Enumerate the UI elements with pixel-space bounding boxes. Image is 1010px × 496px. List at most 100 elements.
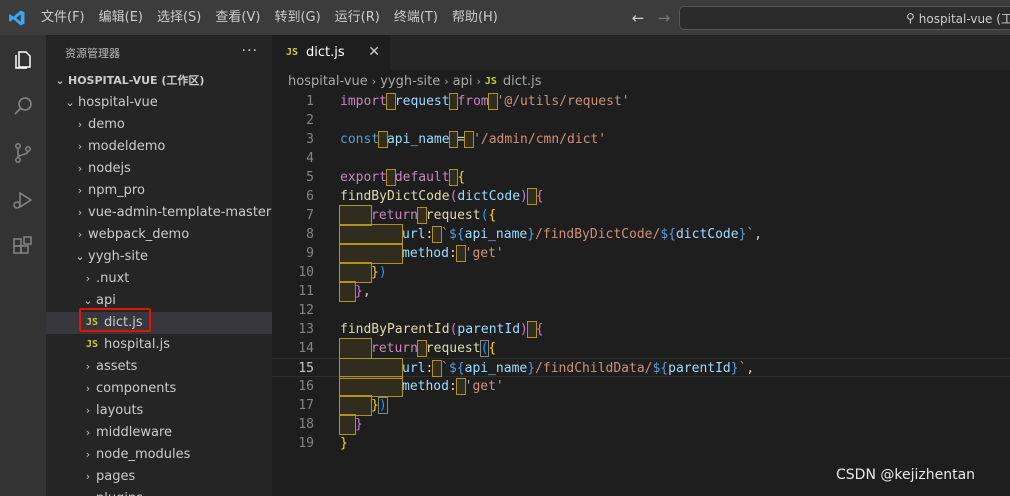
code-editor[interactable]: 1 import request from '@/utils/request' 2… [272, 92, 1010, 453]
explorer-icon[interactable] [0, 35, 46, 82]
explorer-sidebar: 资源管理器 ··· ⌄ HOSPITAL-VUE (工作区) ⌄ hospital-v… [46, 35, 272, 496]
code-line: 1 import request from '@/utils/request' [272, 92, 1010, 111]
code-line: 19} [272, 434, 1010, 453]
code-line: 5 export default { [272, 168, 1010, 187]
tree-folder-item[interactable]: › node_modules [46, 444, 272, 466]
menu-item[interactable]: 编辑(E) [92, 0, 150, 35]
js-file-icon: JS [286, 47, 299, 58]
breadcrumb-item[interactable]: yygh-site [380, 74, 440, 89]
code-token: '@/utils/request' [496, 94, 630, 109]
code-token: method [402, 379, 449, 394]
line-number: 8 [306, 227, 314, 242]
code-line: 18} [272, 414, 1010, 435]
tree-folder-item[interactable]: › npm_pro [46, 180, 272, 202]
menu-item[interactable]: 查看(V) [208, 0, 267, 35]
line-number: 7 [306, 208, 314, 223]
tree-item-label: plugins [96, 488, 143, 496]
chevron-right-icon: › [77, 162, 83, 175]
tree-item-label: vue-admin-template-master [88, 205, 272, 220]
code-token: api_name [464, 227, 528, 242]
code-line: 11}, [272, 281, 1010, 302]
tree-folder-item[interactable]: › middleware [46, 422, 272, 444]
tree-item-label: assets [96, 359, 138, 374]
line-number: 18 [298, 417, 314, 432]
tree-folder-item[interactable]: ›plugins [46, 488, 272, 496]
tree-folder-item[interactable]: › assets [46, 356, 272, 378]
menu-item[interactable]: 帮助(H) [445, 0, 505, 35]
extensions-icon[interactable] [0, 223, 46, 270]
tree-folder-item[interactable]: › webpack_demo [46, 224, 272, 246]
code-token: ` [441, 227, 449, 242]
tree-folder-item[interactable]: › demo [46, 114, 272, 136]
highlight-annotation-box [79, 308, 151, 332]
line-number: 6 [306, 189, 314, 204]
chevron-right-icon: › [77, 184, 83, 197]
editor-tab-bar: JS dict.js ✕ [272, 35, 1010, 70]
line-number: 1 [306, 94, 314, 109]
chevron-right-icon: › [77, 118, 83, 131]
code-token: /findChildData/ [535, 361, 653, 376]
command-center-search[interactable]: ⚲ hospital-vue (工 [679, 6, 1010, 30]
tree-item-label: demo [88, 117, 125, 132]
tree-folder-item[interactable]: ⌄ HOSPITAL-VUE (工作区) [46, 70, 272, 92]
file-tree: ⌄ HOSPITAL-VUE (工作区) ⌄ hospital-vue › demo › mo… [46, 70, 272, 496]
run-debug-icon[interactable] [0, 176, 46, 223]
chevron-down-icon: ⌄ [65, 96, 75, 109]
chevron-right-icon: › [444, 74, 449, 88]
line-number: 9 [306, 246, 314, 261]
tree-folder-item[interactable]: › components [46, 378, 272, 400]
line-number: 10 [298, 265, 314, 280]
menu-item[interactable]: 运行(R) [328, 0, 387, 35]
vscode-logo-icon [0, 0, 34, 35]
menu-item[interactable]: 选择(S) [150, 0, 208, 35]
source-control-icon[interactable] [0, 129, 46, 176]
code-token: parentId [668, 361, 731, 376]
code-line: 13 findByParentId(parentId) { [272, 320, 1010, 339]
code-token: 'get' [464, 246, 504, 261]
code-line: 4 [272, 149, 1010, 168]
tree-file-item[interactable]: JS hospital.js [46, 334, 272, 356]
tree-item-label: node_modules [96, 447, 191, 462]
line-number: 2 [306, 113, 314, 128]
code-line: 17}) [272, 395, 1010, 416]
more-actions-icon[interactable]: ··· [242, 43, 258, 59]
tree-folder-item[interactable]: › .nuxt [46, 268, 272, 290]
close-icon[interactable]: ✕ [368, 44, 380, 60]
code-line: 16 method: 'get' [272, 376, 1010, 397]
activity-bar [0, 35, 46, 496]
explorer-header: 资源管理器 ··· [46, 35, 272, 70]
code-token: 'get' [464, 379, 504, 394]
breadcrumb-item[interactable]: hospital-vue [288, 74, 368, 89]
menu-item[interactable]: 转到(G) [267, 0, 327, 35]
line-number: 19 [298, 436, 314, 451]
code-token: findByDictCode [340, 189, 450, 204]
breadcrumb-item[interactable]: api [453, 74, 473, 89]
tree-folder-item[interactable]: › pages [46, 466, 272, 488]
code-token: ` [441, 361, 449, 376]
breadcrumb-item[interactable]: dict.js [503, 74, 542, 89]
tree-folder-item[interactable]: ⌄ hospital-vue [46, 92, 272, 114]
code-line: 6 findByDictCode(dictCode) { [272, 187, 1010, 206]
line-number: 5 [306, 170, 314, 185]
code-line: 10}) [272, 262, 1010, 283]
tree-folder-item[interactable]: › layouts [46, 400, 272, 422]
menu-item[interactable]: 终端(T) [387, 0, 445, 35]
js-file-icon: JS [86, 339, 99, 350]
search-view-icon[interactable] [0, 82, 46, 129]
code-token: '/admin/cmn/dict' [473, 132, 607, 147]
code-line: 2 [272, 111, 1010, 130]
tree-folder-item[interactable]: › nodejs [46, 158, 272, 180]
line-number: 13 [298, 322, 314, 337]
menu-item[interactable]: 文件(F) [34, 0, 92, 35]
tree-folder-item[interactable]: ⌄ yygh-site [46, 246, 272, 268]
code-token: api_name [386, 132, 450, 147]
explorer-title: 资源管理器 [65, 46, 120, 60]
tree-folder-item[interactable]: › modeldemo [46, 136, 272, 158]
tab-dict-js[interactable]: JS dict.js ✕ [272, 35, 390, 70]
tree-item-label: yygh-site [88, 249, 149, 264]
chevron-right-icon: › [85, 272, 91, 285]
tree-folder-item[interactable]: › vue-admin-template-master [46, 202, 272, 224]
back-arrow-icon[interactable]: ← [630, 9, 646, 27]
code-line: 8 url: `${api_name}/findByDictCode/${dict… [272, 224, 1010, 245]
forward-arrow-icon[interactable]: → [656, 9, 672, 27]
